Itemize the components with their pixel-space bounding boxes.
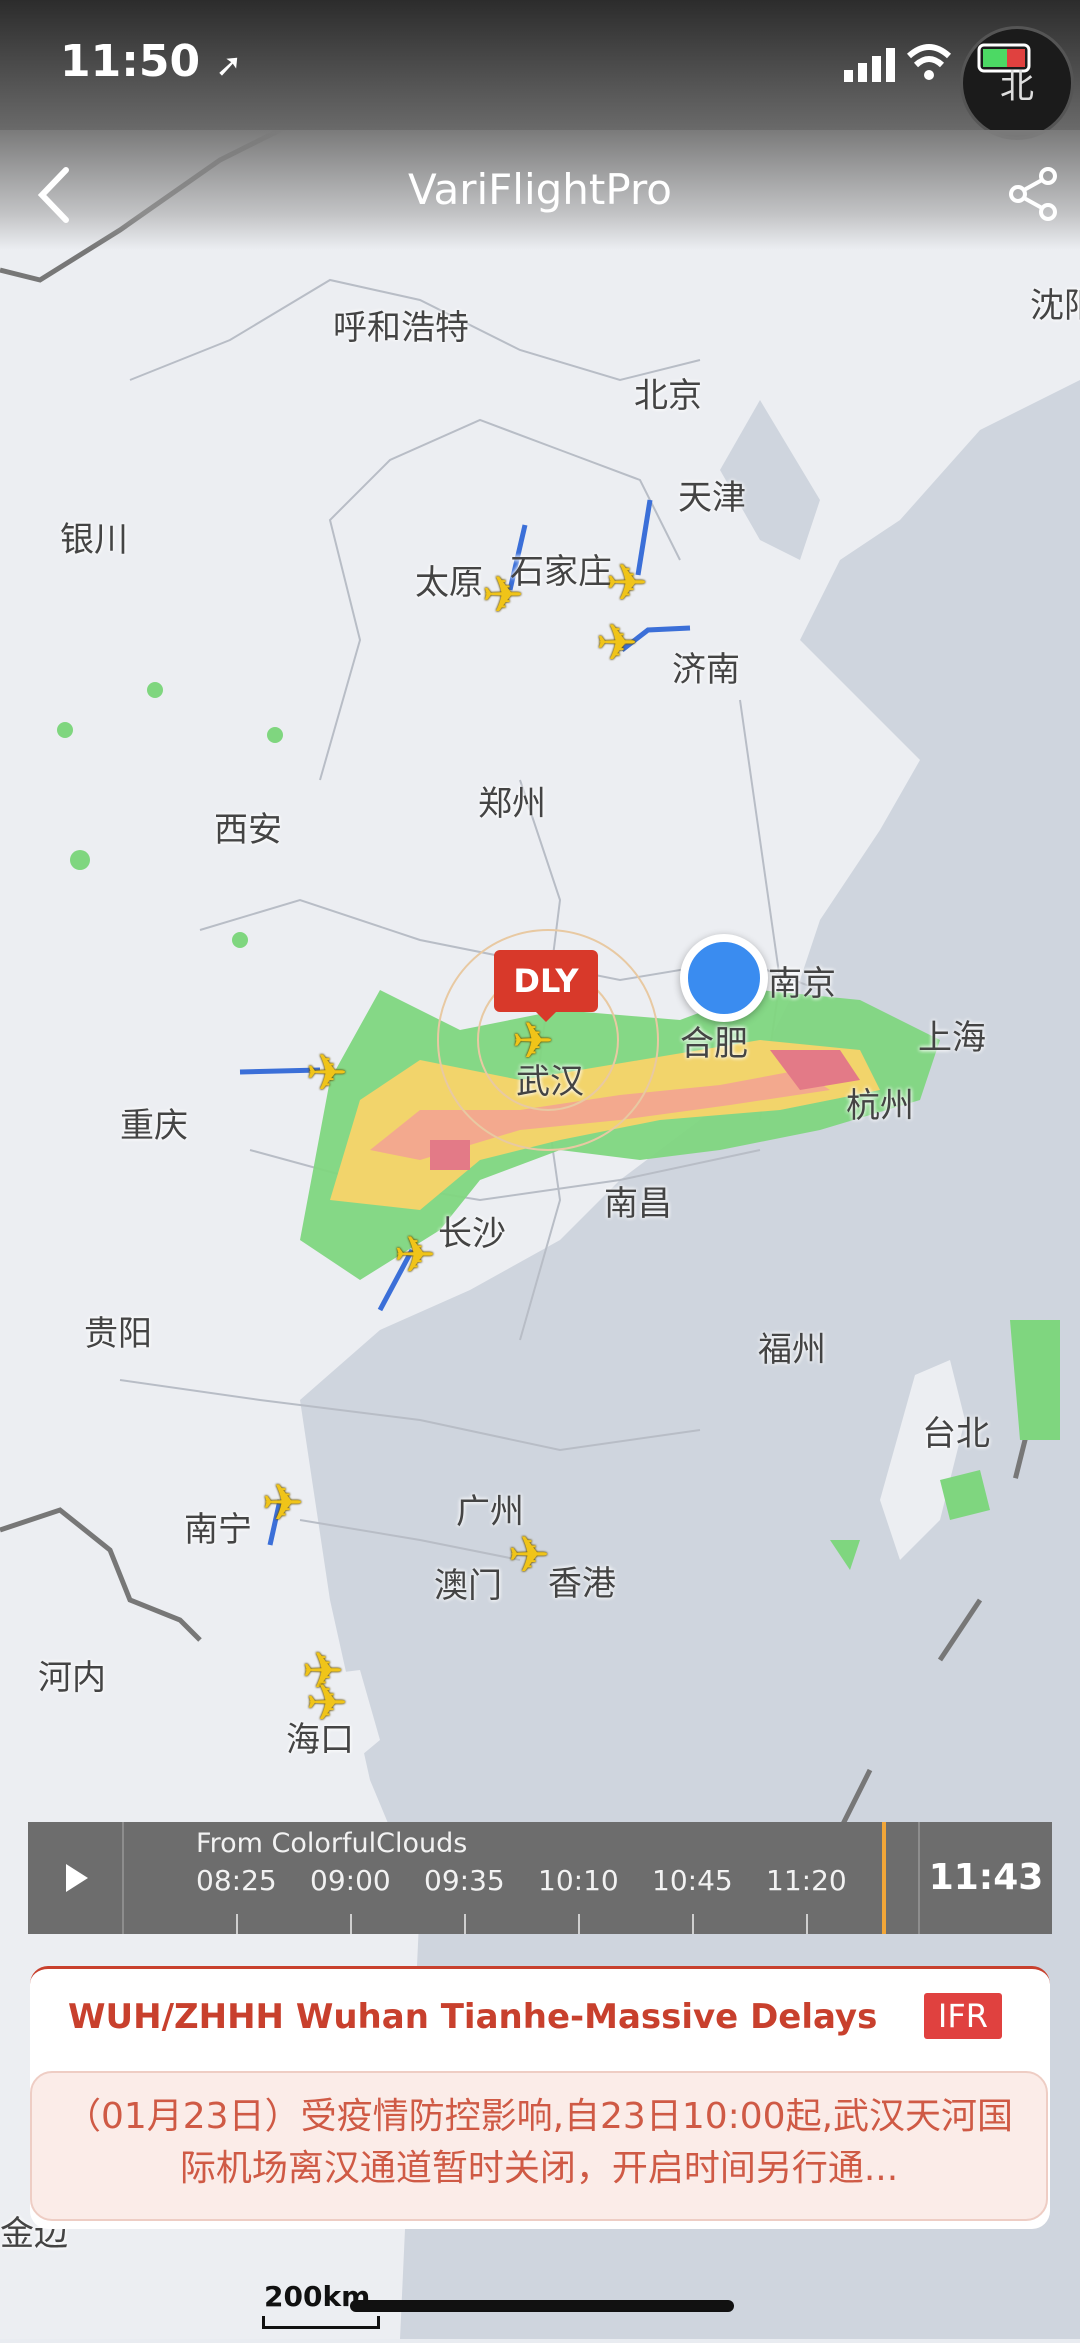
timeline-tick-label: 10:45	[652, 1864, 733, 1897]
location-arrow-icon: ➚	[215, 46, 243, 84]
flight-rules-badge: IFR	[923, 1993, 1002, 2039]
city-label-macau: 澳门	[434, 1566, 502, 1606]
map-scale-bar	[262, 2316, 380, 2329]
city-label-hangzhou: 杭州	[846, 1086, 914, 1126]
timeline-tick-mark	[350, 1914, 352, 1934]
airport-alert-card[interactable]: WUH/ZHHH Wuhan Tianhe-Massive Delays IFR…	[30, 1966, 1050, 2229]
play-button[interactable]	[28, 1822, 124, 1934]
alert-title: WUH/ZHHH Wuhan Tianhe-Massive Delays	[68, 1997, 878, 2037]
timeline-tick-mark	[464, 1914, 466, 1934]
alert-notice[interactable]: （01月23日）受疫情防控影响,自23日10:00起,武汉天河国际机场离汉通道暂…	[30, 2071, 1048, 2221]
city-label-changsha: 长沙	[438, 1214, 506, 1254]
current-time-display: 11:43	[918, 1822, 1052, 1934]
city-label-xian: 西安	[214, 810, 282, 850]
city-label-nanjing: 南京	[768, 964, 836, 1004]
status-time: 11:50 ➚	[60, 36, 242, 87]
timeline-tick-mark	[692, 1914, 694, 1934]
city-label-hefei: 合肥	[680, 1024, 748, 1064]
city-label-tianjin: 天津	[678, 478, 746, 518]
city-label-hanoi: 河内	[38, 1658, 106, 1698]
status-time-text: 11:50	[60, 36, 201, 87]
city-label-taiyuan: 太原	[415, 563, 483, 603]
timeline-tick-label: 08:25	[196, 1864, 277, 1897]
city-label-yinchuan: 银川	[60, 520, 128, 560]
page-title: VariFlightPro	[407, 165, 673, 214]
signal-icon	[844, 48, 895, 82]
wifi-icon	[906, 44, 952, 80]
airplane-icon[interactable]: ✈	[596, 614, 638, 672]
city-label-hohhot: 呼和浩特	[333, 308, 469, 348]
airplane-icon[interactable]: ✈	[306, 1044, 348, 1102]
timeline-tick-label: 11:20	[766, 1864, 847, 1897]
city-label-nanchang: 南昌	[604, 1184, 672, 1224]
share-icon[interactable]	[1002, 162, 1066, 226]
timeline-tick-label: 09:35	[424, 1864, 505, 1897]
play-icon	[66, 1864, 88, 1892]
city-label-shanghai: 上海	[918, 1018, 986, 1058]
timeline-tick-label: 09:00	[310, 1864, 391, 1897]
radar-timeline[interactable]: From ColorfulClouds 08:25 09:00 09:35 10…	[28, 1822, 1052, 1934]
timeline-playhead[interactable]	[882, 1822, 886, 1934]
city-label-guiyang: 贵阳	[84, 1314, 152, 1354]
timeline-tick-label: 10:10	[538, 1864, 619, 1897]
city-label-hongkong: 香港	[548, 1564, 616, 1604]
compass-icon[interactable]: 北	[960, 26, 1074, 140]
city-label-shenyang: 沈阳	[1030, 286, 1080, 326]
airplane-icon[interactable]: ✈	[306, 1674, 348, 1732]
city-label-beijing: 北京	[634, 376, 702, 416]
airplane-icon[interactable]: ✈	[262, 1474, 304, 1532]
home-indicator[interactable]	[350, 2300, 734, 2312]
city-label-fuzhou: 福州	[758, 1330, 826, 1370]
timeline-tick-mark	[236, 1914, 238, 1934]
city-label-jinan: 济南	[672, 650, 740, 690]
city-label-shijiazhuang: 石家庄	[510, 552, 612, 592]
radar-source-label: From ColorfulClouds	[196, 1828, 468, 1859]
airplane-icon[interactable]: ✈	[508, 1526, 550, 1584]
airplane-icon[interactable]: ✈	[606, 554, 648, 612]
airplane-icon[interactable]: ✈	[482, 566, 524, 624]
city-label-zhengzhou: 郑州	[478, 784, 546, 824]
status-bar: 11:50 ➚ 北	[0, 0, 1080, 140]
city-label-taipei: 台北	[922, 1414, 990, 1454]
city-label-chongqing: 重庆	[120, 1106, 188, 1146]
current-location-icon[interactable]	[680, 934, 768, 1022]
timeline-tick-mark	[578, 1914, 580, 1934]
city-label-nanning: 南宁	[184, 1510, 252, 1550]
airplane-icon[interactable]: ✈	[394, 1226, 436, 1284]
compass-label: 北	[1000, 67, 1034, 107]
airport-delay-marker[interactable]: DLY	[494, 950, 598, 1022]
timeline-tick-mark	[806, 1914, 808, 1934]
